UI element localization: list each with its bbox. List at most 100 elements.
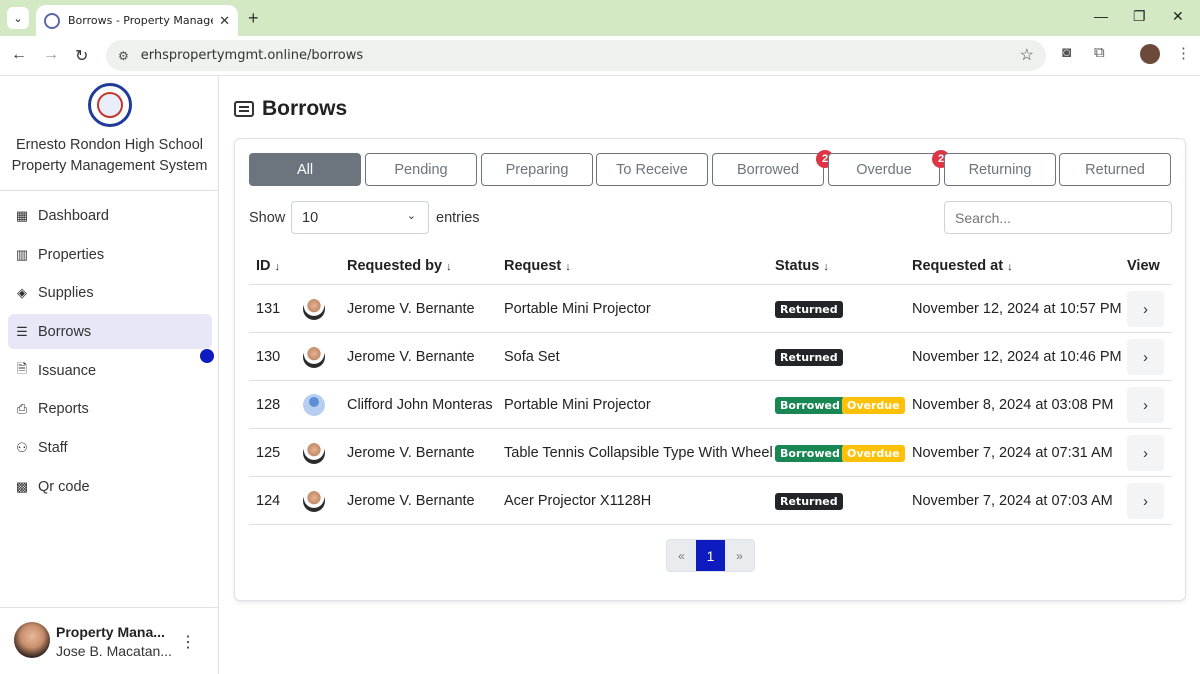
browser-toolbar: ← → ↻ ⚙ erhspropertymgmt.online/borrows …	[0, 36, 1200, 76]
new-tab-button[interactable]: +	[248, 8, 259, 29]
cell-requested-by: Jerome V. Bernante	[347, 445, 475, 461]
col-requested-at[interactable]: Requested at ↓	[912, 258, 1013, 274]
filter-label: Returned	[1085, 161, 1145, 178]
sidebar-item-properties[interactable]: ▥ Properties	[8, 237, 212, 272]
people-icon: ⚇	[16, 439, 28, 455]
cell-request: Table Tennis Collapsible Type With Wheel	[504, 445, 773, 461]
user-name: Property Mana...	[56, 624, 165, 640]
pagination-next[interactable]: »	[725, 540, 754, 571]
chevron-right-icon: ›	[1143, 444, 1148, 462]
tab-search-button[interactable]: ⌄	[7, 7, 29, 29]
sidebar-item-issuance[interactable]: 🗎 Issuance	[8, 353, 212, 388]
sort-arrow-icon: ↓	[565, 261, 571, 273]
col-requested-by[interactable]: Requested by ↓	[347, 258, 452, 274]
sidebar-item-label: Properties	[38, 246, 105, 263]
col-label: ID	[256, 258, 271, 274]
requester-avatar	[303, 490, 325, 512]
entries-select[interactable]: 10 ⌄	[291, 201, 429, 234]
browser-tab-strip: ⌄ Borrows - Property Management ✕ + — ❐ …	[0, 0, 1200, 36]
printer-icon: ⎙	[16, 400, 28, 416]
cell-requested-by: Jerome V. Bernante	[347, 349, 475, 365]
filter-all[interactable]: All	[249, 153, 361, 186]
filter-borrowed[interactable]: Borrowed 2	[712, 150, 834, 186]
requester-avatar	[303, 442, 325, 464]
view-button[interactable]: ›	[1127, 291, 1164, 327]
filter-overdue[interactable]: Overdue 2	[828, 150, 950, 186]
qr-code-icon: ▩	[15, 478, 29, 494]
back-icon[interactable]: ←	[11, 46, 27, 64]
sidebar-item-supplies[interactable]: ◈ Supplies	[8, 275, 212, 310]
table-row: 131 Jerome V. Bernante Portable Mini Pro…	[249, 285, 1172, 333]
cell-requested-at: November 7, 2024 at 07:31 AM	[912, 445, 1113, 461]
bookmark-star-icon[interactable]: ☆	[1020, 45, 1034, 65]
view-button[interactable]: ›	[1127, 483, 1164, 519]
row-divider	[249, 524, 1172, 525]
reload-icon[interactable]: ↻	[75, 46, 88, 66]
cell-requested-by: Jerome V. Bernante	[347, 493, 475, 509]
col-status[interactable]: Status ↓	[775, 258, 829, 274]
chevron-right-icon: ›	[1143, 300, 1148, 318]
school-logo	[88, 83, 132, 127]
site-info-icon[interactable]: ⚙	[118, 49, 129, 63]
restore-icon[interactable]: ❐	[1133, 8, 1146, 25]
borrows-card: All Pending Preparing To Receive Borrowe…	[234, 138, 1186, 601]
filter-preparing[interactable]: Preparing	[481, 153, 593, 186]
sidebar-item-qr-code[interactable]: ▩ Qr code	[8, 469, 212, 504]
window-close-icon[interactable]: ✕	[1172, 8, 1184, 25]
filter-returning[interactable]: Returning	[944, 153, 1056, 186]
pagination-prev[interactable]: «	[667, 540, 696, 571]
sidebar-item-dashboard[interactable]: ▦ Dashboard	[8, 198, 212, 233]
forward-icon[interactable]: →	[43, 46, 59, 64]
filter-label: Returning	[968, 161, 1032, 178]
filter-label: To Receive	[616, 161, 688, 178]
page-title-text: Borrows	[262, 97, 348, 120]
camera-icon[interactable]: ◙	[1062, 44, 1071, 61]
table-row: 125 Jerome V. Bernante Table Tennis Coll…	[249, 429, 1172, 477]
page-title: Borrows	[234, 97, 347, 121]
grid-icon: ▦	[15, 207, 29, 223]
cell-id: 125	[256, 445, 281, 461]
table-row: 124 Jerome V. Bernante Acer Projector X1…	[249, 477, 1172, 525]
list-card-icon	[234, 101, 254, 117]
cell-id: 130	[256, 349, 281, 365]
filter-pending[interactable]: Pending	[365, 153, 477, 186]
school-name-line1: Ernesto Rondon High School	[15, 137, 203, 153]
search-input[interactable]	[944, 201, 1172, 234]
col-id[interactable]: ID ↓	[256, 258, 280, 274]
pagination-page[interactable]: 1	[696, 540, 725, 571]
status-badge: Borrowed	[775, 445, 845, 462]
notification-dot	[200, 349, 214, 363]
col-label: Request	[504, 258, 562, 274]
col-request[interactable]: Request ↓	[504, 258, 571, 274]
cell-id: 124	[256, 493, 281, 509]
browser-profile-avatar[interactable]	[1140, 44, 1160, 64]
view-button[interactable]: ›	[1127, 387, 1164, 423]
browser-menu-icon[interactable]: ⋮	[1176, 44, 1191, 62]
list-card-icon: ☰	[16, 323, 28, 339]
close-tab-icon[interactable]: ✕	[219, 13, 230, 29]
col-label: Requested by	[347, 258, 443, 274]
view-button[interactable]: ›	[1127, 339, 1164, 375]
site-favicon-icon	[44, 12, 60, 29]
filter-label: Borrowed	[736, 161, 800, 178]
sidebar-item-reports[interactable]: ⎙ Reports	[8, 391, 212, 426]
filter-label: Preparing	[505, 161, 569, 178]
extensions-icon[interactable]: ⧉	[1094, 44, 1105, 61]
address-bar[interactable]: ⚙ erhspropertymgmt.online/borrows ☆	[106, 40, 1046, 71]
url-text: erhspropertymgmt.online/borrows	[140, 48, 364, 63]
sidebar-item-staff[interactable]: ⚇ Staff	[8, 430, 212, 465]
col-label: Status	[775, 258, 820, 274]
filter-returned[interactable]: Returned	[1059, 153, 1171, 186]
minimize-icon[interactable]: —	[1094, 8, 1108, 24]
filter-to-receive[interactable]: To Receive	[596, 153, 708, 186]
sidebar-item-label: Issuance	[38, 362, 97, 379]
view-button[interactable]: ›	[1127, 435, 1164, 471]
cell-requested-at: November 7, 2024 at 07:03 AM	[912, 493, 1113, 509]
cell-id: 131	[256, 301, 281, 317]
filter-label: Pending	[394, 161, 448, 178]
cell-requested-at: November 12, 2024 at 10:46 PM	[912, 349, 1122, 365]
browser-tab[interactable]: Borrows - Property Management ✕	[36, 5, 238, 36]
sidebar-item-borrows[interactable]: ☰ Borrows	[8, 314, 212, 349]
main-content: Borrows All Pending Preparing To Receive…	[220, 77, 1200, 674]
user-menu-icon[interactable]: ⋮	[180, 632, 196, 652]
